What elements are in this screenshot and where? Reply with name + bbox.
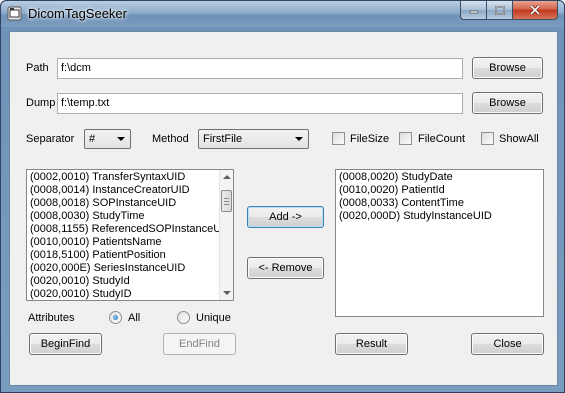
scrollbar-thumb[interactable] [221,190,232,212]
minimize-button[interactable] [460,1,487,20]
dump-label: Dump [26,97,56,109]
selected-tags-items: (0008,0020) StudyDate (0010,0020) Patient… [336,170,543,223]
filecount-label: FileCount [418,133,466,145]
method-selected-value: FirstFile [203,133,243,145]
separator-select[interactable]: # [84,129,131,149]
dump-input[interactable]: f:\temp.txt [57,93,463,114]
list-item[interactable]: (0010,0010) PatientsName [27,236,233,249]
scroll-down-icon[interactable] [223,291,231,295]
grip-line [224,201,229,202]
attributes-label: Attributes [28,312,75,324]
method-label: Method [152,133,189,145]
attributes-unique-radio[interactable] [177,311,190,324]
remove-button[interactable]: <- Remove [247,257,324,279]
chevron-down-icon [117,137,125,141]
dump-browse-button[interactable]: Browse [472,92,543,114]
close-window-button[interactable] [513,1,558,20]
attributes-unique-label: Unique [196,312,231,324]
filecount-checkbox[interactable] [399,132,412,145]
available-tags-scrollbar[interactable] [219,170,233,300]
list-item[interactable]: (0008,0033) ContentTime [336,197,543,210]
filesize-checkbox[interactable] [332,132,345,145]
list-item[interactable]: (0002,0010) TransferSyntaxUID [27,171,233,184]
app-icon [7,6,22,21]
list-item[interactable]: (0008,0014) InstanceCreatorUID [27,184,233,197]
list-item[interactable]: (0020,0010) StudyId [27,275,233,288]
list-item[interactable]: (0020,000E) SeriesInstanceUID [27,262,233,275]
available-tags-list[interactable]: (0002,0010) TransferSyntaxUID (0008,0014)… [26,169,234,301]
list-item[interactable]: (0008,0020) StudyDate [336,171,543,184]
separator-label: Separator [26,133,75,145]
showall-label: ShowAll [499,133,539,145]
main-window: DicomTagSeeker Path f:\dcm Browse Dump f… [0,0,565,393]
window-title: DicomTagSeeker [28,6,127,21]
path-browse-button[interactable]: Browse [472,57,543,79]
attributes-all-label: All [128,312,141,324]
path-label: Path [26,62,49,74]
grip-line [224,198,229,199]
client-area: Path f:\dcm Browse Dump f:\temp.txt Brow… [9,31,558,386]
end-find-button[interactable]: EndFind [163,333,236,355]
available-tags-items: (0002,0010) TransferSyntaxUID (0008,0014)… [27,170,233,300]
path-input[interactable]: f:\dcm [57,58,463,79]
method-select[interactable]: FirstFile [198,129,309,149]
list-item[interactable]: (0008,1155) ReferencedSOPInstanceUID [27,223,233,236]
list-item[interactable]: (0008,0030) StudyTime [27,210,233,223]
add-button[interactable]: Add -> [247,206,324,228]
minimize-icon [469,10,478,14]
list-item[interactable]: (0010,0020) PatientId [336,184,543,197]
maximize-icon [494,5,505,15]
list-item[interactable]: (0020,0010) StudyID [27,288,233,300]
list-item[interactable]: (0020,000D) StudyInstanceUID [336,210,543,223]
grip-line [224,204,229,205]
separator-selected-value: # [89,133,96,145]
list-item[interactable]: (0008,0018) SOPInstanceUID [27,197,233,210]
list-item[interactable]: (0018,5100) PatientPosition [27,249,233,262]
filesize-label: FileSize [350,133,390,145]
chevron-down-icon [295,137,303,141]
close-icon [529,5,541,15]
result-button[interactable]: Result [335,333,408,355]
caption-buttons [460,1,558,20]
attributes-all-radio[interactable] [109,311,122,324]
close-button[interactable]: Close [471,333,544,355]
showall-checkbox[interactable] [481,132,494,145]
scroll-up-icon[interactable] [223,175,231,179]
begin-find-button[interactable]: BeginFind [29,333,102,355]
selected-tags-list[interactable]: (0008,0020) StudyDate (0010,0020) Patient… [335,169,544,317]
maximize-button[interactable] [487,1,513,20]
title-bar[interactable]: DicomTagSeeker [1,1,564,27]
